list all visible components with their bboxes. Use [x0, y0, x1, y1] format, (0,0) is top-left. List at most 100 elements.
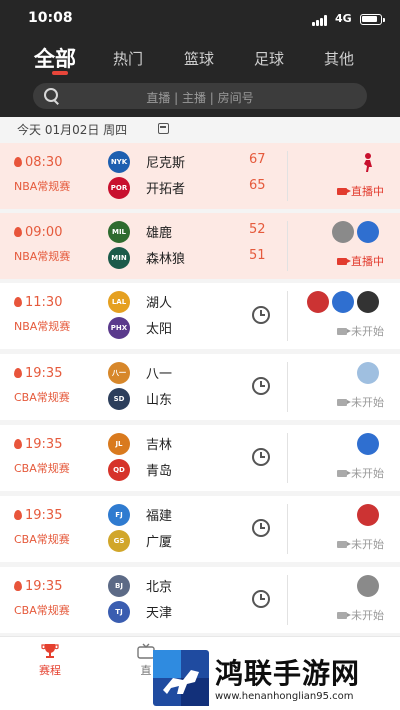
search-input[interactable]: 直播 | 主播 | 房间号	[33, 83, 367, 109]
anchor-avatars	[357, 433, 382, 455]
signal-icon	[312, 15, 328, 26]
match-league: NBA常规赛	[14, 320, 71, 333]
home-team-logo: JL	[108, 433, 130, 455]
away-team-score: 51	[249, 248, 266, 263]
anchor-avatars	[332, 221, 382, 243]
divider	[287, 433, 288, 483]
alarm-clock-icon[interactable]	[252, 448, 270, 466]
live-status: 未开始	[337, 394, 384, 410]
match-league: CBA常规赛	[14, 604, 70, 617]
match-card[interactable]: 19:35 CBA常规赛 八一 八一 SD 山东 未开始	[0, 354, 400, 420]
away-team-logo: GS	[108, 530, 130, 552]
camera-icon	[337, 612, 351, 619]
match-time: 11:30	[14, 295, 62, 310]
live-status-text: 直播中	[351, 185, 384, 198]
away-team-logo: MIN	[108, 247, 130, 269]
home-team-logo: FJ	[108, 504, 130, 526]
flame-icon	[14, 157, 22, 167]
home-team-name: 吉林	[146, 438, 173, 453]
anchor-avatar[interactable]	[357, 362, 379, 384]
tab-other[interactable]: 其他	[324, 48, 354, 69]
date-bar: 今天 01月02日 周四	[0, 117, 400, 141]
match-time-text: 11:30	[25, 295, 63, 310]
tab-indicator	[52, 71, 68, 75]
alarm-clock-icon[interactable]	[252, 519, 270, 537]
match-league: CBA常规赛	[14, 533, 70, 546]
match-time-text: 19:35	[25, 579, 63, 594]
status-time: 10:08	[28, 10, 73, 26]
home-team-logo: 八一	[108, 362, 130, 384]
match-time: 19:35	[14, 437, 62, 452]
category-tabs: 全部 热门 篮球 足球 其他	[0, 40, 400, 76]
live-status: 未开始	[337, 536, 384, 552]
divider	[287, 151, 288, 201]
away-team-logo: TJ	[108, 601, 130, 623]
anchor-avatar[interactable]	[357, 575, 379, 597]
anchor-avatar[interactable]	[357, 151, 379, 173]
match-time: 19:35	[14, 366, 62, 381]
match-card[interactable]: 11:30 NBA常规赛 LAL 湖人 PHX 太阳 未开始	[0, 283, 400, 349]
home-team-logo: NYK	[108, 151, 130, 173]
camera-icon	[337, 328, 351, 335]
match-league: CBA常规赛	[14, 391, 70, 404]
status-bar: 10:08 4G	[0, 0, 400, 38]
watermark-title: 鸿联手游网	[215, 657, 361, 690]
live-status-text: 未开始	[351, 467, 384, 480]
live-status: 未开始	[337, 465, 384, 481]
match-league: CBA常规赛	[14, 462, 70, 475]
match-card[interactable]: 08:30 NBA常规赛 NYK 尼克斯 67 POR 开拓者 65 直播中	[0, 143, 400, 209]
alarm-clock-icon[interactable]	[252, 377, 270, 395]
away-team-logo: PHX	[108, 317, 130, 339]
tab-basketball[interactable]: 篮球	[184, 48, 214, 69]
alarm-clock-icon[interactable]	[252, 590, 270, 608]
calendar-icon[interactable]	[158, 123, 169, 134]
anchor-avatar[interactable]	[357, 504, 379, 526]
live-status-text: 未开始	[351, 609, 384, 622]
match-card[interactable]: 19:35 CBA常规赛 JL 吉林 QD 青岛 未开始	[0, 425, 400, 491]
anchor-avatars	[357, 575, 382, 597]
anchor-avatar[interactable]	[332, 291, 354, 313]
match-league: NBA常规赛	[14, 180, 71, 193]
home-team-name: 雄鹿	[146, 226, 173, 241]
live-status-text: 未开始	[351, 396, 384, 409]
home-team-name: 北京	[146, 580, 173, 595]
match-time: 08:30	[14, 155, 62, 170]
away-team-name: 森林狼	[146, 252, 186, 267]
live-status: 未开始	[337, 607, 384, 623]
trophy-icon	[41, 644, 59, 658]
nav-schedule[interactable]: 赛程	[30, 643, 70, 678]
watermark: 鸿联手游网 www.henanhonglian95.com	[153, 650, 396, 708]
away-team-name: 广厦	[146, 535, 173, 550]
away-team-logo: POR	[108, 177, 130, 199]
away-team-name: 山东	[146, 393, 173, 408]
away-team-name: 开拓者	[146, 182, 186, 197]
tab-football[interactable]: 足球	[254, 48, 284, 69]
match-card[interactable]: 19:35 CBA常规赛 BJ 北京 TJ 天津 未开始	[0, 567, 400, 633]
live-status: 直播中	[337, 183, 384, 199]
home-team-logo: BJ	[108, 575, 130, 597]
home-team-name: 福建	[146, 509, 173, 524]
home-team-name: 湖人	[146, 296, 173, 311]
network-label: 4G	[335, 12, 352, 25]
live-status-text: 未开始	[351, 325, 384, 338]
anchor-avatar[interactable]	[332, 221, 354, 243]
anchor-avatar[interactable]	[357, 291, 379, 313]
tab-all[interactable]: 全部	[34, 43, 76, 73]
live-status-text: 直播中	[351, 255, 384, 268]
camera-icon	[337, 258, 351, 265]
alarm-clock-icon[interactable]	[252, 306, 270, 324]
tab-hot[interactable]: 热门	[113, 48, 143, 69]
match-card[interactable]: 09:00 NBA常规赛 MIL 雄鹿 52 MIN 森林狼 51 直播中	[0, 213, 400, 279]
battery-icon	[360, 14, 385, 25]
camera-icon	[337, 399, 351, 406]
camera-icon	[337, 188, 351, 195]
away-team-logo: SD	[108, 388, 130, 410]
match-card[interactable]: 19:35 CBA常规赛 FJ 福建 GS 广厦 未开始	[0, 496, 400, 562]
flame-icon	[14, 368, 22, 378]
flame-icon	[14, 297, 22, 307]
anchor-avatar[interactable]	[357, 221, 379, 243]
divider	[287, 362, 288, 412]
home-team-logo: MIL	[108, 221, 130, 243]
anchor-avatar[interactable]	[307, 291, 329, 313]
anchor-avatar[interactable]	[357, 433, 379, 455]
